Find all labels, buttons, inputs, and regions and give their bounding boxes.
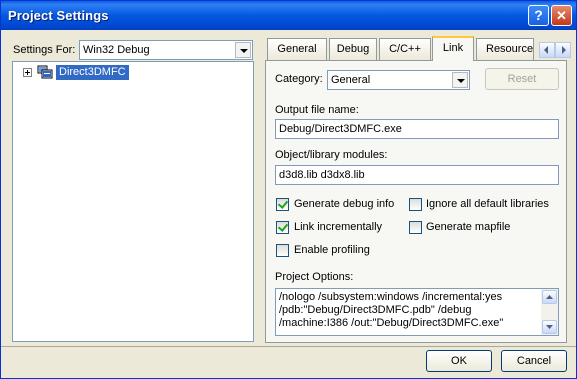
output-file-value: Debug/Direct3DMFC.exe: [279, 123, 402, 135]
category-label: Category:: [275, 73, 323, 85]
ignore-default-libs-checkbox[interactable]: [409, 198, 422, 211]
output-file-label: Output file name:: [275, 104, 359, 116]
cancel-button[interactable]: Cancel: [501, 350, 567, 372]
arrow-down-icon: [546, 325, 553, 329]
ignore-default-libs-label[interactable]: Ignore all default libraries: [426, 198, 549, 210]
arrow-right-icon: [562, 46, 566, 54]
window-title: Project Settings: [8, 8, 109, 23]
title-bar[interactable]: Project Settings ? ✕: [1, 1, 576, 30]
tab-general[interactable]: General: [267, 38, 327, 60]
project-options-textarea[interactable]: /nologo /subsystem:windows /incremental:…: [275, 288, 559, 336]
modules-label: Object/library modules:: [275, 149, 388, 161]
modules-input[interactable]: d3d8.lib d3dx8.lib: [275, 165, 559, 185]
project-options-line: /nologo /subsystem:windows /incremental:…: [279, 291, 503, 303]
output-file-input[interactable]: Debug/Direct3DMFC.exe: [275, 119, 559, 139]
chevron-down-icon[interactable]: [452, 72, 468, 88]
expand-plus-icon[interactable]: [23, 68, 32, 77]
enable-profiling-label[interactable]: Enable profiling: [294, 244, 370, 256]
project-options-line: /pdb:"Debug/Direct3DMFC.pdb" /debug: [279, 304, 472, 316]
project-options-scrollbar[interactable]: [541, 289, 558, 335]
tab-c-cpp[interactable]: C/C++: [379, 38, 431, 60]
scroll-down-button[interactable]: [542, 320, 557, 334]
arrow-up-icon: [546, 295, 553, 299]
tree-item-direct3dmfc[interactable]: Direct3DMFC: [56, 65, 129, 80]
chevron-down-icon[interactable]: [235, 42, 251, 58]
settings-for-combo[interactable]: Win32 Debug: [79, 40, 253, 60]
footer-divider: [1, 346, 576, 347]
help-button[interactable]: ?: [528, 5, 549, 26]
project-tree[interactable]: Direct3DMFC: [12, 61, 254, 342]
settings-for-value: Win32 Debug: [83, 44, 150, 56]
generate-debug-info-label[interactable]: Generate debug info: [294, 198, 394, 210]
tab-link[interactable]: Link: [432, 36, 474, 61]
settings-for-label: Settings For:: [13, 44, 76, 56]
tab-debug[interactable]: Debug: [329, 38, 377, 60]
generate-mapfile-label[interactable]: Generate mapfile: [426, 221, 510, 233]
tab-resource[interactable]: Resource: [476, 38, 534, 60]
project-settings-dialog: Project Settings ? ✕ Settings For: Win32…: [0, 0, 577, 379]
enable-profiling-checkbox[interactable]: [276, 244, 289, 257]
project-options-label: Project Options:: [275, 271, 354, 283]
scroll-up-button[interactable]: [542, 290, 557, 304]
reset-button[interactable]: Reset: [485, 68, 559, 90]
arrow-left-icon: [544, 46, 548, 54]
link-incrementally-label[interactable]: Link incrementally: [294, 221, 382, 233]
project-icon: [37, 65, 53, 79]
project-options-line: /machine:I386 /out:"Debug/Direct3DMFC.ex…: [279, 317, 504, 329]
category-value: General: [331, 74, 371, 86]
tab-scroll-left-button[interactable]: [539, 42, 555, 58]
link-incrementally-checkbox[interactable]: [276, 221, 289, 234]
tab-scroll: [539, 42, 571, 58]
tab-scroll-right-button[interactable]: [555, 42, 571, 58]
generate-mapfile-checkbox[interactable]: [409, 221, 422, 234]
generate-debug-info-checkbox[interactable]: [276, 198, 289, 211]
modules-value: d3d8.lib d3dx8.lib: [279, 169, 365, 181]
category-combo[interactable]: General: [327, 70, 470, 90]
close-button[interactable]: ✕: [551, 5, 572, 26]
ok-button[interactable]: OK: [426, 350, 492, 372]
